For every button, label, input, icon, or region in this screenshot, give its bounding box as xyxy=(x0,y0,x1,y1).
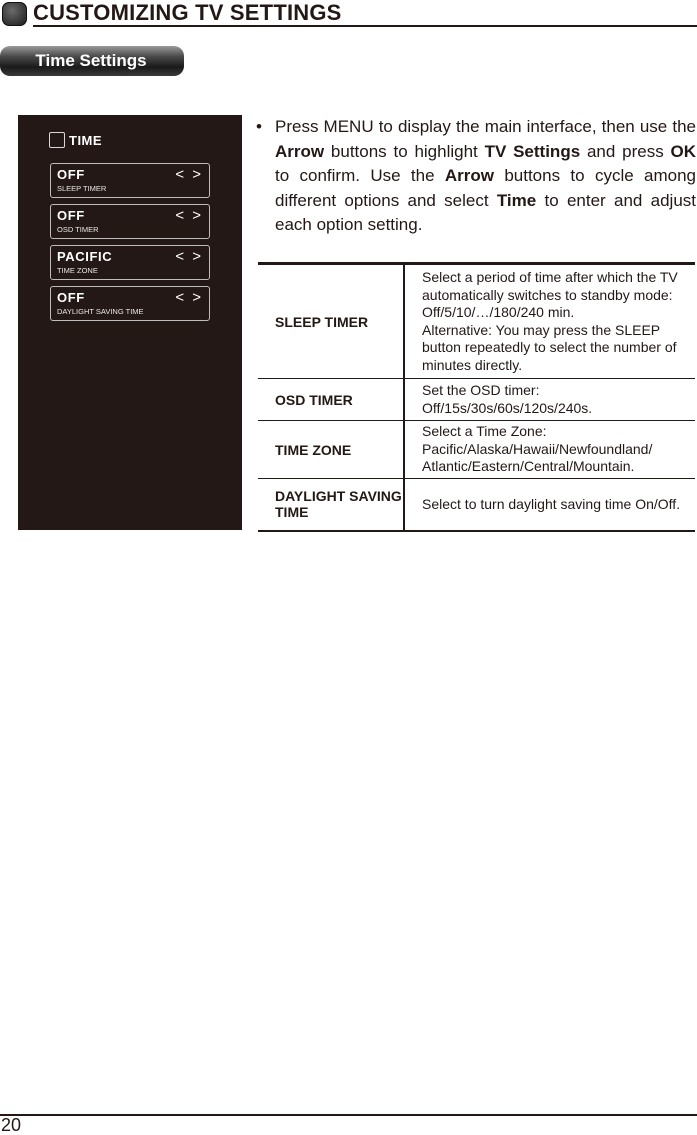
text-emphasis: Arrow xyxy=(444,166,494,185)
tv-menu-item-label: OSD TIMER xyxy=(57,225,99,234)
table-key: TIME ZONE xyxy=(258,420,405,479)
tv-menu-item-daylight-saving: OFF DAYLIGHT SAVING TIME < > xyxy=(50,286,210,321)
tv-menu-item-value: PACIFIC xyxy=(57,249,113,264)
text-emphasis: OK xyxy=(670,141,697,161)
text-run: Press MENU to display the main interface… xyxy=(275,117,696,136)
table-key: DAYLIGHT SAVING TIME xyxy=(258,478,405,531)
menu-checkbox-icon xyxy=(49,132,65,148)
tv-menu-item-value: OFF xyxy=(57,208,85,223)
tv-menu-item-sleep-timer: OFF SLEEP TIMER < > xyxy=(50,163,210,198)
table-row: OSD TIMER Set the OSD timer: Off/15s/30s/… xyxy=(258,378,695,421)
table-value-text: Select a period of time after which the … xyxy=(422,269,678,320)
instructions-text: Press MENU to display the main interface… xyxy=(275,115,696,238)
instructions: • Press MENU to display the main interfa… xyxy=(256,115,696,238)
table-value: Select a period of time after which the … xyxy=(404,264,695,379)
tv-menu-header: TIME xyxy=(49,132,102,148)
page-number: 20 xyxy=(1,1115,22,1135)
left-right-arrows-icon: < > xyxy=(175,207,203,224)
page-title: CUSTOMIZING TV SETTINGS xyxy=(33,0,342,25)
table-value-text: Select to turn daylight saving time On/O… xyxy=(422,495,681,512)
tv-menu-item-label: SLEEP TIMER xyxy=(57,184,107,193)
left-right-arrows-icon: < > xyxy=(175,248,203,265)
table-row: DAYLIGHT SAVING TIME Select to turn dayl… xyxy=(258,478,695,531)
bullet-icon: • xyxy=(256,117,262,136)
header-bullet-icon xyxy=(2,2,27,26)
table-value-text: Off/15s/30s/60s/120s/240s. xyxy=(422,399,593,416)
table-value: Select to turn daylight saving time On/O… xyxy=(404,479,695,531)
text-run: buttons to highlight xyxy=(324,141,485,161)
table-key: OSD TIMER xyxy=(258,378,405,421)
text-emphasis: Time xyxy=(496,190,537,210)
footer-divider xyxy=(0,1114,697,1116)
text-run: and press xyxy=(580,141,671,161)
text-emphasis: TV Settings xyxy=(484,141,581,161)
left-right-arrows-icon: < > xyxy=(175,166,203,183)
table-row: SLEEP TIMER Select a period of time afte… xyxy=(258,263,695,379)
text-run: to confirm. Use the xyxy=(275,166,445,185)
tv-menu-item-time-zone: PACIFIC TIME ZONE < > xyxy=(50,245,210,280)
table-key: SLEEP TIMER xyxy=(258,263,405,379)
tv-menu-item-label: TIME ZONE xyxy=(57,266,98,275)
text-emphasis: Arrow xyxy=(275,141,325,161)
table-value: Select a Time Zone: Pacific/Alaska/Hawaii… xyxy=(404,421,695,479)
tv-menu-title: TIME xyxy=(69,132,103,148)
left-right-arrows-icon: < > xyxy=(175,289,203,306)
tv-menu-item-value: OFF xyxy=(57,290,85,305)
settings-table: SLEEP TIMER Select a period of time afte… xyxy=(258,262,695,532)
table-value-text: Set the OSD timer: xyxy=(422,382,540,398)
table-value: Set the OSD timer: Off/15s/30s/60s/120s/2… xyxy=(404,379,695,421)
table-row: TIME ZONE Select a Time Zone: Pacific/Ala… xyxy=(258,420,695,479)
tv-menu-item-label: DAYLIGHT SAVING TIME xyxy=(57,307,144,316)
section-title: Time Settings xyxy=(35,51,147,70)
tv-menu-item-value: OFF xyxy=(57,167,85,182)
table-value-text: Pacific/Alaska/Hawaii/Newfoundland/ Atla… xyxy=(422,440,653,475)
table-value-text: Alternative: You may press the SLEEP but… xyxy=(422,321,677,373)
header-divider xyxy=(33,25,697,27)
table-value-text: Select a Time Zone: xyxy=(422,423,547,440)
tv-menu-item-osd-timer: OFF OSD TIMER < > xyxy=(50,204,210,239)
